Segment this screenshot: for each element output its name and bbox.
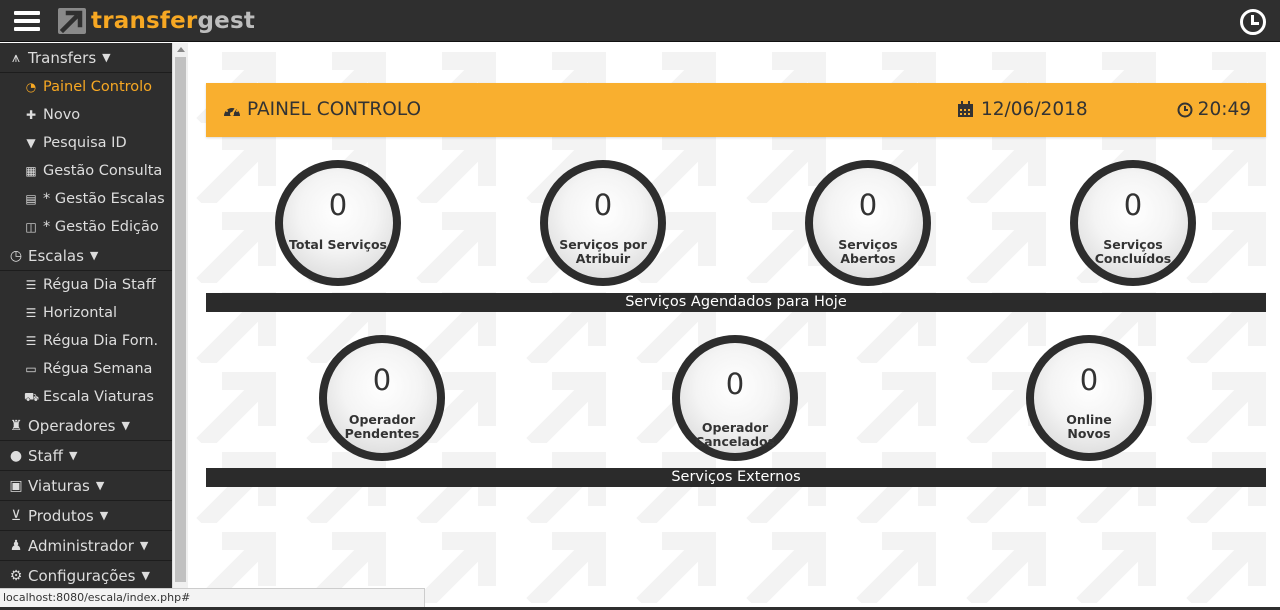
dashboard-icon (224, 105, 240, 116)
list-icon: ☰ (25, 334, 37, 348)
stat-servicos-abertos[interactable]: 0 Serviços Abertos (805, 160, 931, 286)
sidebar-item-regua-dia-staff[interactable]: ☰ Régua Dia Staff (0, 271, 172, 299)
table-icon: ▦ (25, 164, 37, 178)
chevron-down-icon: ▼ (68, 448, 78, 462)
chevron-down-icon: ▼ (139, 538, 149, 552)
clock-icon[interactable] (1240, 9, 1266, 35)
clock-icon: ◷ (9, 247, 23, 264)
sidebar-scrollbar[interactable] (172, 43, 188, 588)
sidebar-group-staff[interactable]: ● Staff ▼ (0, 441, 172, 471)
app-logo[interactable]: transfergest (58, 7, 255, 35)
admin-icon: ♟ (9, 537, 23, 554)
sidebar-item-regua-dia-forn[interactable]: ☰ Régua Dia Forn. (0, 327, 172, 355)
sidebar-group-viaturas[interactable]: ▣ Viaturas ▼ (0, 471, 172, 501)
top-navbar: transfergest (0, 0, 1280, 42)
sidebar-group-escalas[interactable]: ◷ Escalas ▼ (0, 241, 172, 271)
page-title: PAINEL CONTROLO (222, 99, 421, 120)
sidebar-item-gestao-escalas[interactable]: ▤ * Gestão Escalas (0, 185, 172, 213)
chevron-down-icon: ▼ (141, 568, 150, 582)
list-icon: ☰ (25, 306, 37, 320)
dashboard-icon: ◔ (25, 80, 37, 94)
section-bar-agendados: Serviços Agendados para Hoje (206, 293, 1266, 312)
stat-label: Serviços Concluídos (1094, 237, 1172, 266)
stat-value: 0 (858, 188, 878, 222)
columns-icon: ◫ (25, 220, 37, 234)
stat-servicos-concluidos[interactable]: 0 Serviços Concluídos (1070, 160, 1196, 286)
clock-icon (1177, 102, 1193, 117)
stat-value: 0 (1079, 363, 1099, 397)
chess-rook-icon: ♜ (9, 417, 23, 434)
stat-online-novos[interactable]: 0 Online Novos (1026, 335, 1152, 461)
sidebar-item-pesquisa-id[interactable]: ▼ Pesquisa ID (0, 129, 172, 157)
sidebar-group-produtos[interactable]: ⊻ Produtos ▼ (0, 501, 172, 531)
stat-label: Total Serviços (288, 237, 388, 252)
cog-icon: ⚙ (9, 567, 23, 584)
sidebar-group-operadores[interactable]: ♜ Operadores ▼ (0, 411, 172, 441)
cart-icon: ⊻ (10, 507, 22, 524)
scroll-thumb[interactable] (175, 57, 186, 582)
main-content: PAINEL CONTROLO 12/06/2018 20:49 0 Total… (189, 43, 1280, 610)
arrow-logo-icon (58, 8, 86, 34)
stat-label: Serviços por Atribuir (559, 237, 647, 266)
section-bar-externos: Serviços Externos (206, 468, 1266, 487)
road-icon: ⩚ (12, 49, 20, 66)
sidebar-item-gestao-consulta[interactable]: ▦ Gestão Consulta (0, 157, 172, 185)
sidebar-group-administrador[interactable]: ♟ Administrador ▼ (0, 531, 172, 561)
stat-total-servicos[interactable]: 0 Total Serviços (275, 160, 401, 286)
sidebar-item-horizontal[interactable]: ☰ Horizontal (0, 299, 172, 327)
calendar-icon: ▭ (25, 362, 37, 376)
stat-value: 0 (725, 367, 745, 401)
sidebar-item-escala-viaturas[interactable]: ⛟ Escala Viaturas (0, 383, 172, 411)
stat-label: Operador Cancelados (694, 420, 776, 449)
car-icon: ⛟ (24, 390, 40, 404)
plus-icon: ✚ (25, 108, 37, 122)
stat-label: Serviços Abertos (838, 237, 898, 266)
sidebar-item-gestao-edicao[interactable]: ◫ * Gestão Edição (0, 213, 172, 241)
scroll-up-arrow-icon[interactable] (177, 47, 185, 52)
chevron-down-icon: ▼ (121, 418, 130, 432)
list-icon: ☰ (25, 278, 37, 292)
stat-value: 0 (372, 363, 392, 397)
stat-operador-pendentes[interactable]: 0 Operador Pendentes (319, 335, 445, 461)
stat-value: 0 (1123, 188, 1143, 222)
sidebar-group-configuracoes[interactable]: ⚙ Configurações ▼ (0, 561, 172, 591)
dashboard-header: PAINEL CONTROLO 12/06/2018 20:49 (206, 83, 1266, 137)
chevron-down-icon: ▼ (102, 50, 111, 64)
chevron-down-icon: ▼ (89, 248, 99, 262)
list-alt-icon: ▤ (25, 192, 37, 206)
header-date: 12/06/2018 (957, 99, 1088, 120)
browser-status-url: localhost:8080/escala/index.php# (0, 588, 425, 608)
stat-value: 0 (593, 188, 613, 222)
chevron-down-icon: ▼ (99, 508, 109, 522)
stat-operador-cancelados[interactable]: 0 Operador Cancelados (672, 335, 798, 461)
chevron-down-icon: ▼ (95, 478, 105, 492)
sidebar-group-transfers[interactable]: ⩚ Transfers ▼ (0, 43, 172, 73)
header-time: 20:49 (1177, 99, 1251, 120)
stat-servicos-por-atribuir[interactable]: 0 Serviços por Atribuir (540, 160, 666, 286)
stat-label: Operador Pendentes (344, 412, 420, 441)
bus-icon: ▣ (9, 477, 23, 494)
filter-icon: ▼ (26, 136, 36, 150)
hamburger-menu-icon[interactable] (14, 11, 40, 31)
sidebar: ⩚ Transfers ▼ ◔ Painel Controlo ✚ Novo ▼ Pesq… (0, 43, 172, 610)
sidebar-item-regua-semana[interactable]: ▭ Régua Semana (0, 355, 172, 383)
sidebar-item-painel-controlo[interactable]: ◔ Painel Controlo (0, 73, 172, 101)
brand-name: transfergest (91, 8, 256, 34)
stat-label: Online Novos (1066, 412, 1112, 441)
user-icon: ● (9, 447, 23, 464)
sidebar-item-novo[interactable]: ✚ Novo (0, 101, 172, 129)
stat-value: 0 (328, 188, 348, 222)
calendar-icon (958, 101, 973, 117)
